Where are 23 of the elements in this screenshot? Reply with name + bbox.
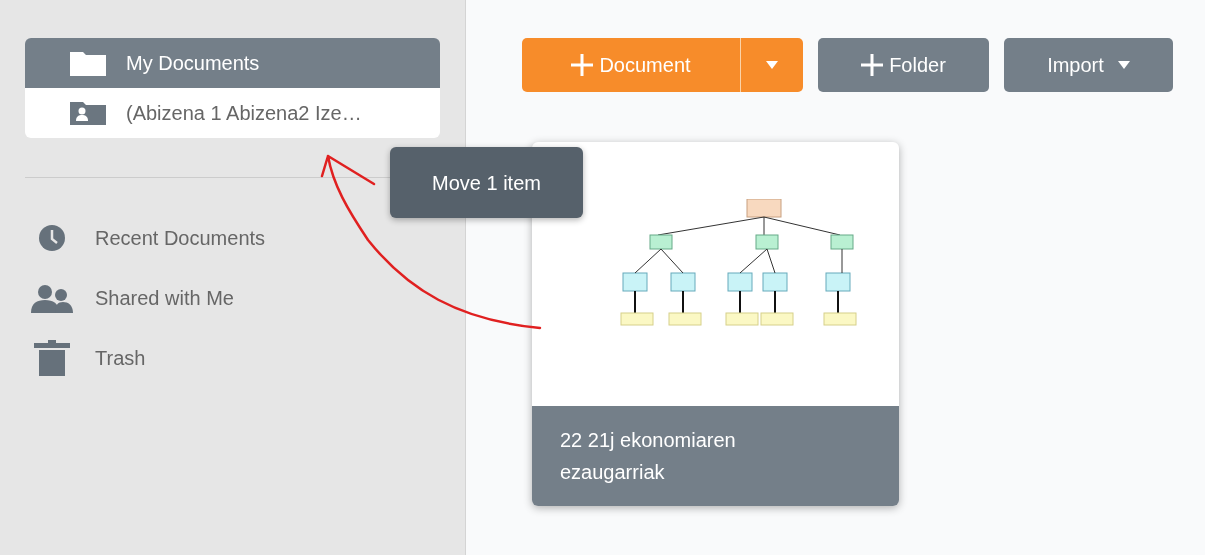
person-folder-icon — [70, 101, 106, 125]
nav-item[interactable]: Recent Documents — [25, 220, 440, 256]
caret-icon — [766, 61, 778, 69]
nav-label: Trash — [95, 346, 146, 371]
new-folder-button[interactable]: Folder — [818, 38, 989, 92]
folder-label: (Abizena 1 Abizena2 Ize… — [126, 101, 362, 126]
folder-icon — [70, 50, 106, 76]
nav-label: Recent Documents — [95, 226, 266, 251]
nav-item[interactable]: Shared with Me — [25, 280, 440, 316]
people-icon — [31, 283, 73, 313]
nav-item[interactable]: Trash — [25, 340, 440, 376]
plus-icon — [571, 54, 594, 76]
document-title: 22 21j ekonomiaren ezaugarriak — [560, 428, 737, 485]
trash-icon — [34, 340, 70, 376]
folder-item[interactable]: My Documents — [25, 38, 440, 88]
plus-icon — [861, 54, 884, 76]
clock-icon — [38, 224, 66, 252]
import-button[interactable]: Import — [1004, 38, 1173, 92]
folder-label: My Documents — [126, 51, 260, 76]
nav-label: Shared with Me — [95, 286, 234, 311]
folder-item[interactable]: (Abizena 1 Abizena2 Ize… — [25, 88, 440, 138]
caret-icon — [1117, 61, 1130, 69]
tooltip: Move 1 item — [390, 147, 583, 218]
